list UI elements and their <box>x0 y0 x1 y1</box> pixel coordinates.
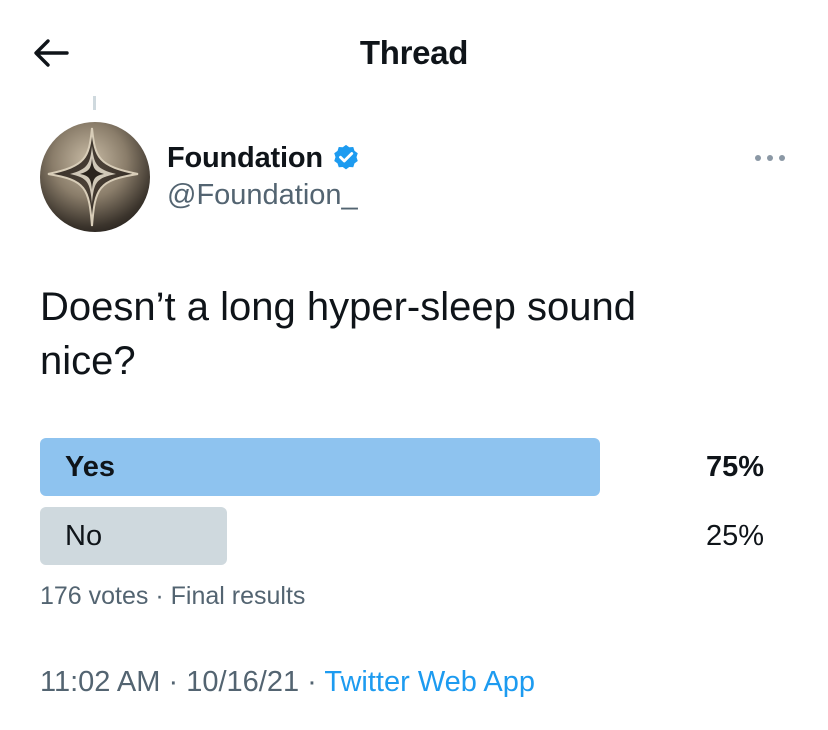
author-name-row[interactable]: Foundation <box>167 140 363 176</box>
poll-option-percent: 75% <box>705 451 764 483</box>
separator-dot: · <box>307 666 317 698</box>
poll-option-label: No <box>65 520 103 552</box>
poll-vote-count: 176 votes <box>40 582 149 610</box>
separator-dot: · <box>155 582 164 610</box>
tweet-date[interactable]: 10/16/21 <box>186 666 299 698</box>
poll-option-percent: 25% <box>705 520 764 552</box>
avatar[interactable] <box>40 122 150 232</box>
poll-summary: 176 votes · Final results <box>40 582 305 611</box>
poll-option-label: Yes <box>65 451 115 483</box>
author-display-name[interactable]: Foundation <box>167 142 323 175</box>
tweet-text-line: Doesn’t a long hyper-sleep sound <box>40 285 636 329</box>
more-dots-icon <box>755 155 785 161</box>
tweet-source-link[interactable]: Twitter Web App <box>324 666 535 698</box>
tweet-time[interactable]: 11:02 AM <box>40 666 160 698</box>
tweet-thread-page: Thread Foundation @Foundation_ Doesn’t a… <box>0 0 828 730</box>
header: Thread <box>0 0 828 100</box>
thread-connector-line <box>93 96 96 110</box>
separator-dot: · <box>168 666 179 698</box>
poll-status: Final results <box>170 582 306 610</box>
poll-option-no: No 25% <box>40 507 764 565</box>
tweet-timestamp-row: 11:02 AM · 10/16/21 · Twitter Web App <box>40 666 535 699</box>
author-handle[interactable]: @Foundation_ <box>167 179 358 212</box>
more-button[interactable] <box>750 144 790 172</box>
tweet-text: Doesn’t a long hyper-sleep sound nice? <box>40 280 740 388</box>
tweet-text-line: nice? <box>40 339 136 383</box>
poll-option-yes: Yes 75% <box>40 438 764 496</box>
verified-badge-icon <box>331 142 363 174</box>
foundation-star-logo <box>40 122 150 232</box>
poll-result-bar <box>40 438 600 496</box>
page-title: Thread <box>359 34 469 71</box>
